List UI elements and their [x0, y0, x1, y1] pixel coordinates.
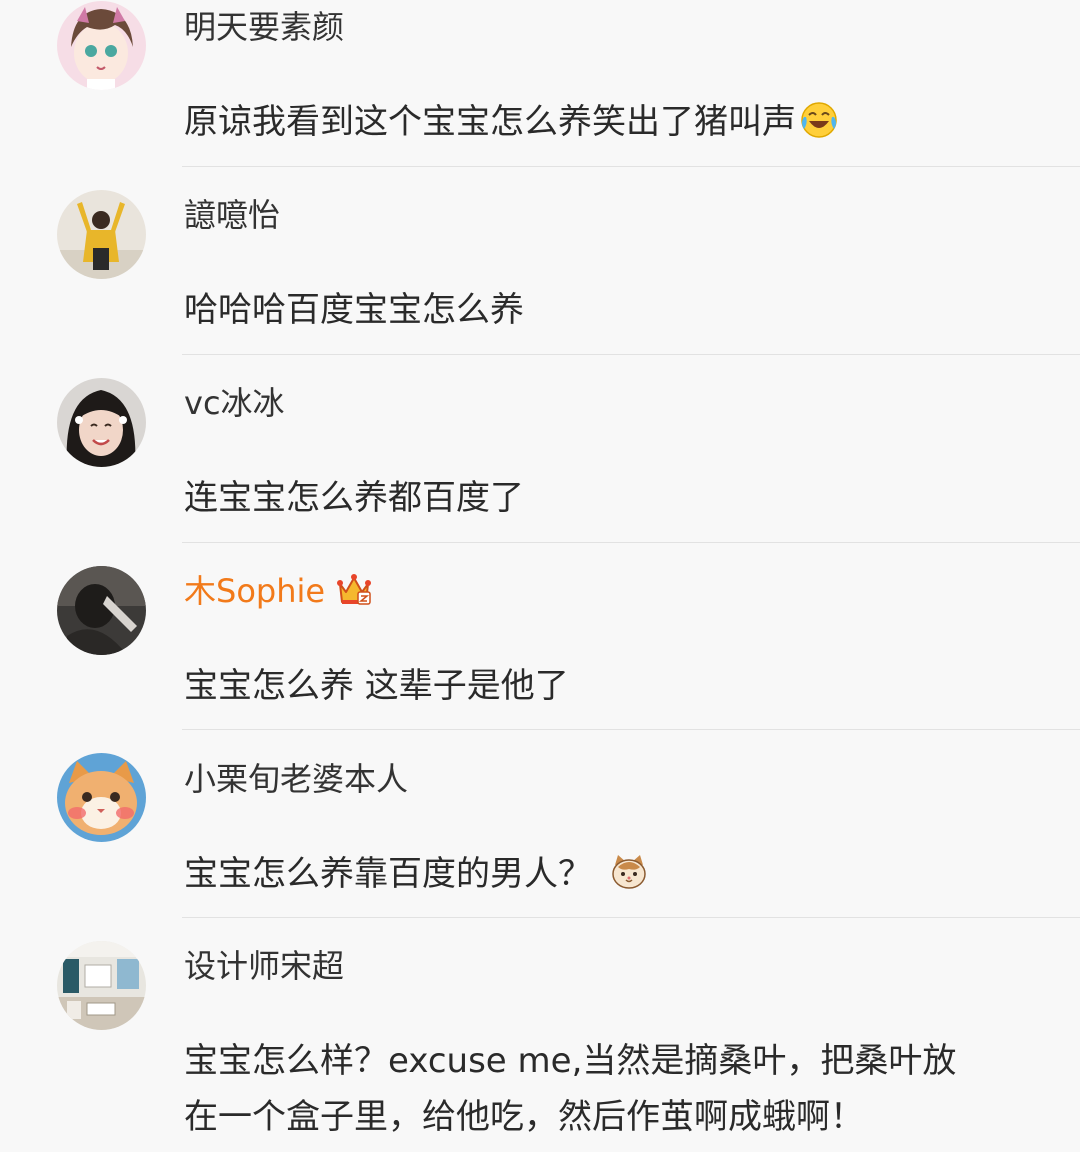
- avatar[interactable]: [57, 1, 146, 90]
- comment-text: 连宝宝怎么养都百度了: [184, 471, 1044, 525]
- comment-text: 原谅我看到这个宝宝怎么养笑出了猪叫声: [184, 95, 1044, 149]
- username[interactable]: 明天要素颜: [184, 7, 344, 47]
- smiling-girl-avatar-image: [57, 378, 146, 467]
- divider: [182, 166, 1080, 167]
- comment-text: 宝宝怎么养靠百度的男人？: [184, 847, 1044, 901]
- avatar[interactable]: [57, 378, 146, 467]
- dark-photo-avatar-image: [57, 566, 146, 655]
- comment-text-content: 哈哈哈百度宝宝怎么养: [184, 290, 524, 330]
- avatar[interactable]: [57, 566, 146, 655]
- divider: [182, 354, 1080, 355]
- avatar[interactable]: [57, 753, 146, 842]
- comment-text-content: 宝宝怎么养 这辈子是他了: [184, 666, 569, 706]
- anime-girl-avatar-image: [57, 1, 146, 90]
- comment-text: 哈哈哈百度宝宝怎么养: [184, 283, 1044, 337]
- divider: [182, 729, 1080, 730]
- avatar[interactable]: [57, 941, 146, 1030]
- orange-cat-avatar-image: [57, 753, 146, 842]
- comment-text-content: 连宝宝怎么养都百度了: [184, 478, 524, 518]
- comment-text-content: 原谅我看到这个宝宝怎么养笑出了猪叫声: [184, 102, 796, 142]
- laughing-crying-emoji: [801, 102, 837, 138]
- divider: [182, 542, 1080, 543]
- comment-text-line-1: 宝宝怎么样？excuse me,当然是摘桑叶，把桑叶放: [184, 1041, 957, 1081]
- comment-text: 宝宝怎么养 这辈子是他了: [184, 659, 1044, 713]
- person-yellow-jacket-avatar-image: [57, 190, 146, 279]
- comment-text-content: 宝宝怎么养靠百度的男人？: [184, 854, 592, 894]
- username[interactable]: 譩噫怡: [184, 195, 280, 235]
- cat-face-emoji: [612, 855, 646, 889]
- username[interactable]: 小栗旬老婆本人: [184, 759, 408, 799]
- crown-icon: [337, 574, 371, 605]
- username[interactable]: 木Sophie: [184, 571, 325, 611]
- comment-text-line-2: 在一个盒子里，给他吃，然后作茧啊成蛾啊！: [184, 1097, 864, 1137]
- username[interactable]: 设计师宋超: [184, 946, 344, 986]
- interior-room-avatar-image: [57, 941, 146, 1030]
- divider: [182, 917, 1080, 918]
- username[interactable]: vc冰冰: [184, 383, 285, 423]
- avatar[interactable]: [57, 190, 146, 279]
